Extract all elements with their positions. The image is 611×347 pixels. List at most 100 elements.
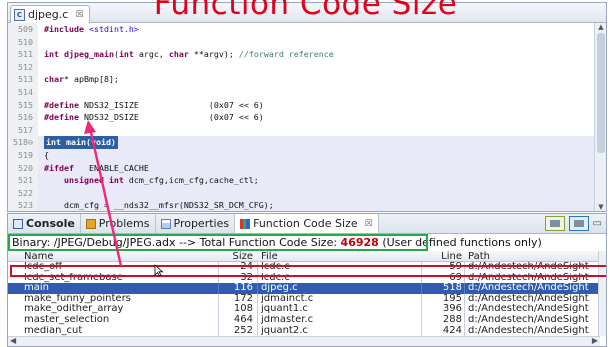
binary-summary: Binary: /JPEG/Debug/JPEG.adx --> Total F… — [8, 235, 606, 250]
marker-column — [38, 61, 44, 74]
column-separator — [257, 283, 258, 294]
table-row[interactable]: lcdc_off 24 lcdc.c 59 d:/Andestech/AndeSight — [8, 262, 600, 273]
column-header-name[interactable]: Name — [24, 251, 204, 262]
scrollbar-thumb[interactable] — [597, 33, 605, 153]
table-row[interactable]: median_cut 252 jquant2.c 424 d:/Andestech/An… — [8, 325, 600, 337]
code-line[interactable]: 521 unsigned int dcm_cfg,icm_cfg,cache_c… — [8, 174, 594, 187]
code-line[interactable]: 514 — [8, 85, 594, 99]
column-header-path[interactable]: Path — [468, 251, 600, 262]
table-row-selected[interactable]: main 116 djpeg.c 518 d:/Andestech/AndeSight — [8, 283, 600, 294]
binary-suffix: (User defined functions only) — [378, 236, 542, 249]
cell-name: make_odither_array — [24, 304, 124, 315]
code-token: int — [44, 49, 64, 60]
code-line[interactable]: 510 — [8, 35, 594, 49]
line-number: 521 — [8, 174, 38, 187]
cell-size: 24 — [240, 262, 253, 272]
cell-file: lcdc.c — [261, 272, 290, 283]
code-token: #define — [44, 99, 84, 110]
table-row[interactable]: lcdc_set_framebase 32 lcdc.c 69 d:/Andestech… — [8, 272, 600, 284]
code-line[interactable]: 509 #include <stdint.h> — [8, 23, 594, 36]
table-row[interactable]: make_odither_array 108 jquant1.c 396 d:/Ande… — [8, 304, 600, 315]
code-line[interactable]: 513 char * apBmp[8]; — [8, 73, 594, 86]
column-separator — [421, 283, 422, 294]
function-table-body: lcdc_off 24 lcdc.c 59 d:/Andestech/AndeSight… — [8, 262, 600, 346]
column-separator — [421, 325, 422, 337]
column-separator — [218, 293, 219, 305]
code-line[interactable]: 520 #ifdef ENABLE_CACHE — [8, 161, 594, 175]
cell-name: main — [24, 283, 49, 294]
cell-file: jquant2.c — [261, 325, 308, 336]
line-number: 509 — [8, 23, 38, 36]
cell-path: d:/Andestech/AndeSight — [468, 314, 589, 325]
table-header: Name Size File Line Path — [8, 251, 600, 262]
marker-column — [38, 86, 44, 99]
console-icon — [13, 218, 23, 229]
code-line[interactable]: 518⊖ int main(void) — [8, 136, 594, 149]
cell-line: 396 — [442, 304, 462, 315]
code-line[interactable]: 516 #define NDS32_DSIZE (0x07 << 6) — [8, 111, 594, 124]
scroll-left-arrow-icon[interactable]: ◀ — [10, 336, 16, 345]
cell-size: 32 — [240, 272, 253, 283]
view-menu-button[interactable] — [544, 216, 565, 231]
tab-problems[interactable]: Problems — [81, 214, 156, 233]
code-line[interactable]: 522 — [8, 186, 594, 200]
close-icon[interactable]: ☒ — [365, 219, 373, 229]
column-separator — [464, 304, 465, 315]
cell-file: jdmaster.c — [261, 314, 314, 325]
minimize-icon[interactable]: ▭ — [593, 216, 602, 231]
table-vertical-scrollbar[interactable] — [598, 251, 606, 336]
table-horizontal-scrollbar[interactable]: ◀ ▶ — [8, 336, 600, 346]
line-number: 511 — [8, 48, 38, 61]
tab-function-code-size[interactable]: Function Code Size ☒ — [235, 214, 379, 233]
refresh-button[interactable] — [568, 216, 589, 231]
column-separator — [257, 293, 258, 305]
function-code-size-icon — [240, 218, 251, 229]
line-number: 519 — [8, 148, 38, 162]
tab-console[interactable]: Console — [8, 214, 81, 233]
marker-column — [38, 124, 44, 137]
cell-size: 172 — [233, 293, 253, 304]
scroll-down-arrow-icon[interactable]: ▼ — [595, 203, 606, 211]
cell-line: 288 — [442, 314, 462, 325]
code-editor[interactable]: C djpeg.c ☒ 509 #include <stdint.h> 510 511… — [7, 2, 607, 212]
code-token: int — [118, 49, 139, 60]
code-line[interactable]: 512 — [8, 60, 594, 74]
code-line[interactable]: 519 { — [8, 148, 594, 162]
code-token: argc, — [138, 49, 169, 60]
code-line[interactable]: 511 int djpeg_main(int argc, char **argv)… — [8, 48, 594, 61]
scroll-up-arrow-icon[interactable]: ▲ — [595, 23, 606, 31]
editor-vertical-scrollbar[interactable]: ▲ ▼ — [594, 23, 606, 211]
cell-size: 464 — [233, 314, 253, 325]
tab-properties[interactable]: Properties — [156, 214, 236, 233]
column-separator — [218, 283, 219, 294]
selected-code-text: int main(void) — [44, 136, 118, 149]
column-separator — [218, 304, 219, 315]
cell-path: d:/Andestech/AndeSight — [468, 283, 589, 294]
code-token: #include — [44, 24, 89, 34]
binary-prefix: Binary: /JPEG/Debug/JPEG.adx --> Total F… — [12, 236, 341, 249]
scroll-right-arrow-icon[interactable]: ▶ — [592, 336, 598, 345]
code-line[interactable]: 515 #define NDS32_ISIZE (0x07 << 6) — [8, 98, 594, 112]
line-number: 514 — [8, 85, 38, 99]
code-line[interactable]: 517 — [8, 123, 594, 137]
code-token: * apBmp[8]; — [63, 74, 119, 85]
line-number: 513 — [8, 73, 38, 86]
cell-size: 116 — [233, 283, 253, 294]
column-header-line[interactable]: Line — [426, 251, 462, 262]
code-token: #define — [44, 112, 84, 123]
code-area[interactable]: 509 #include <stdint.h> 510 511 int djpeg_ma… — [8, 23, 594, 211]
column-separator — [464, 262, 465, 273]
code-token: #ifdef — [44, 162, 79, 173]
panel-tab-bar: Console Problems Properties Function Cod… — [8, 214, 606, 234]
column-separator — [464, 325, 465, 337]
column-separator — [464, 314, 465, 326]
line-number: 517 — [8, 123, 38, 137]
code-line[interactable]: 523 dcm_cfg = __nds32__mfsr(NDS32_SR_DCM… — [8, 199, 594, 211]
code-token: char — [168, 49, 194, 60]
column-header-file[interactable]: File — [261, 251, 371, 262]
cell-file: jquant1.c — [261, 304, 308, 315]
table-row[interactable]: master_selection 464 jdmaster.c 288 d:/Andes… — [8, 314, 600, 326]
cell-name: lcdc_off — [24, 262, 63, 272]
table-row[interactable]: make_funny_pointers 172 jdmainct.c 195 d:/An… — [8, 293, 600, 305]
column-header-size[interactable]: Size — [223, 251, 253, 262]
